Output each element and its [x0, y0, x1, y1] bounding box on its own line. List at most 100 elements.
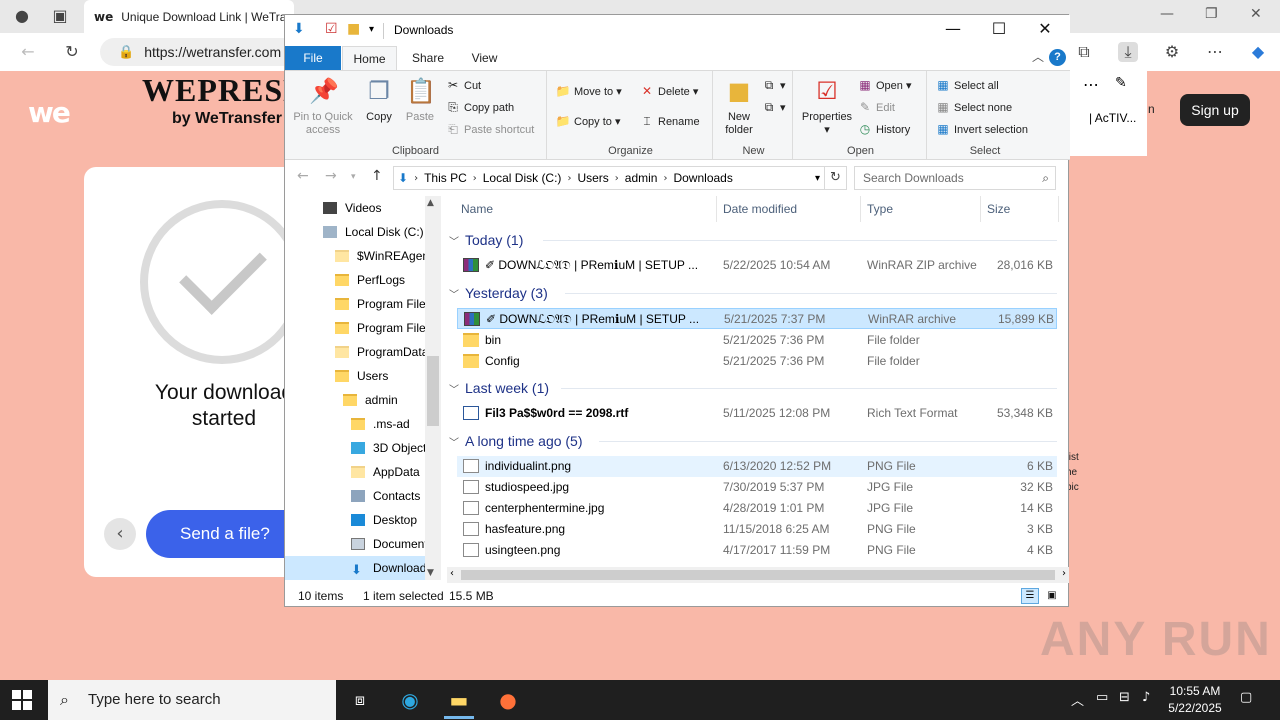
nav-3d-objects[interactable]: 3D Objects: [351, 436, 432, 460]
nav-users[interactable]: Users: [335, 364, 388, 388]
nav-admin[interactable]: admin: [343, 388, 398, 412]
address-bar[interactable]: 🔒 https://wetransfer.com: [100, 38, 300, 66]
new-folder-qat-icon[interactable]: ■: [347, 21, 360, 37]
column-size[interactable]: Size: [981, 196, 1059, 222]
file-row[interactable]: Fil3 Pa$$w0rd == 2098.rtf 5/11/2025 12:0…: [457, 403, 1057, 424]
device-icon[interactable]: ▭: [1096, 690, 1108, 705]
notifications-icon[interactable]: ▢: [1240, 690, 1252, 705]
file-row[interactable]: studiospeed.jpg 7/30/2019 5:37 PM JPG Fi…: [457, 477, 1057, 498]
copy-button[interactable]: ❐ Copy: [361, 75, 397, 124]
volume-icon[interactable]: ♪: [1142, 690, 1150, 705]
hscroll-thumb[interactable]: [461, 570, 1055, 580]
file-row[interactable]: individualint.png 6/13/2020 12:52 PM PNG…: [457, 456, 1057, 477]
nav-programdata[interactable]: ProgramData: [335, 340, 428, 364]
breadcrumb-admin[interactable]: admin: [625, 171, 658, 185]
group-long-time-ago[interactable]: ﹀ A long time ago (5): [449, 430, 583, 452]
maximize-icon[interactable]: ☐: [979, 19, 1019, 43]
scroll-down-icon[interactable]: ▼: [427, 568, 434, 578]
group-last-week[interactable]: ﹀ Last week (1): [449, 377, 549, 399]
paste-button[interactable]: 📋 Paste: [401, 75, 439, 124]
send-file-button[interactable]: Send a file?: [146, 510, 296, 558]
select-none-button[interactable]: ▦ Select none: [935, 97, 1012, 117]
refresh-icon[interactable]: ↻: [825, 166, 847, 190]
nav-documents[interactable]: Documents: [351, 532, 434, 556]
edge-icon[interactable]: ◉: [398, 688, 422, 712]
firefox-icon[interactable]: ●: [496, 688, 520, 712]
breadcrumb-users[interactable]: Users: [577, 171, 608, 185]
start-button[interactable]: [12, 690, 32, 710]
nav-winreagent[interactable]: $WinREAgent: [335, 244, 432, 268]
nav-videos[interactable]: Videos: [323, 196, 381, 220]
nav-downloads[interactable]: ⬇ Downloads: [285, 556, 432, 580]
recent-locations-icon[interactable]: ▾: [351, 172, 356, 182]
breadcrumb-this-pc[interactable]: This PC: [424, 171, 467, 185]
file-row[interactable]: ✐ DOWNℒ𝔒𝔄𝔇 | PRemℹuM | SETUP ... 5/22/20…: [457, 255, 1057, 276]
help-icon[interactable]: ?: [1049, 49, 1066, 66]
sign-up-button[interactable]: Sign up: [1180, 94, 1250, 126]
network-icon[interactable]: ⊟: [1119, 690, 1130, 705]
collections-icon[interactable]: ⧉: [1074, 42, 1094, 62]
tab-home[interactable]: Home: [342, 46, 397, 70]
tab-view[interactable]: View: [457, 46, 512, 70]
carousel-back-button[interactable]: ‹: [104, 518, 136, 550]
details-view-icon[interactable]: ☰: [1021, 588, 1039, 604]
back-icon[interactable]: ←: [18, 42, 38, 62]
browser-tab[interactable]: we Unique Download Link | WeTra: [84, 0, 294, 33]
group-today[interactable]: ﹀ Today (1): [449, 229, 523, 251]
file-list-hscrollbar[interactable]: ‹ ›: [447, 567, 1069, 583]
profile-icon[interactable]: ●: [12, 6, 32, 26]
paste-shortcut-button[interactable]: ⎗ Paste shortcut: [445, 119, 534, 139]
back-arrow-icon[interactable]: ←: [297, 168, 309, 184]
task-view-icon[interactable]: ⧈: [348, 688, 372, 712]
rename-button[interactable]: ⌶ Rename: [639, 111, 699, 131]
downloads-icon[interactable]: ⤓: [1118, 42, 1138, 62]
pin-quick-access-button[interactable]: 📌 Pin to Quick access: [289, 75, 357, 137]
copilot-icon[interactable]: ◆: [1248, 42, 1268, 62]
show-hidden-icons-icon[interactable]: ︿: [1071, 690, 1084, 709]
column-name[interactable]: Name: [455, 196, 717, 222]
system-clock[interactable]: 10:55 AM 5/22/2025: [1162, 683, 1228, 717]
reload-icon[interactable]: ↻: [62, 42, 82, 62]
more-menu-icon[interactable]: ⋯: [1205, 42, 1225, 62]
pin-icon[interactable]: ✎: [1115, 75, 1127, 91]
select-all-button[interactable]: ▦ Select all: [935, 75, 998, 95]
browser-restore-icon[interactable]: ❐: [1205, 6, 1218, 22]
file-row[interactable]: bin 5/21/2025 7:36 PM File folder: [457, 330, 1057, 351]
breadcrumb-local-disk[interactable]: Local Disk (C:): [483, 171, 562, 185]
nav-desktop[interactable]: Desktop: [351, 508, 417, 532]
wetransfer-logo[interactable]: we: [28, 96, 71, 129]
nav-program-files[interactable]: Program Files: [335, 292, 432, 316]
edit-button[interactable]: ✎ Edit: [857, 97, 895, 117]
delete-button[interactable]: ✕ Delete ▾: [639, 81, 698, 101]
tab-share[interactable]: Share: [403, 46, 453, 70]
file-row[interactable]: hasfeature.png 11/15/2018 6:25 AM PNG Fi…: [457, 519, 1057, 540]
forward-arrow-icon[interactable]: →: [325, 168, 337, 184]
address-dropdown-icon[interactable]: ▾: [815, 173, 820, 184]
copy-path-button[interactable]: ⎘ Copy path: [445, 97, 514, 117]
breadcrumb[interactable]: ⬇ › This PC › Local Disk (C:) › Users › …: [393, 166, 825, 190]
extensions-icon[interactable]: ⚙: [1162, 42, 1182, 62]
breadcrumb-downloads[interactable]: Downloads: [673, 171, 732, 185]
large-icons-view-icon[interactable]: ▣: [1043, 588, 1061, 604]
tab-actions-icon[interactable]: ▣: [50, 6, 70, 26]
invert-selection-button[interactable]: ▦ Invert selection: [935, 119, 1028, 139]
column-type[interactable]: Type: [861, 196, 981, 222]
up-arrow-icon[interactable]: ↑: [371, 168, 383, 184]
open-button[interactable]: ▦ Open ▾: [857, 75, 911, 95]
properties-qat-icon[interactable]: ☑: [325, 21, 338, 37]
browser-close-icon[interactable]: ✕: [1250, 6, 1262, 22]
scroll-left-icon[interactable]: ‹: [450, 568, 454, 579]
close-icon[interactable]: ✕: [1025, 19, 1065, 43]
file-row[interactable]: usingteen.png 4/17/2017 11:59 PM PNG Fil…: [457, 540, 1057, 561]
history-button[interactable]: ◷ History: [857, 119, 910, 139]
scroll-right-icon[interactable]: ›: [1062, 568, 1066, 579]
file-row[interactable]: centerphentermine.jpg 4/28/2019 1:01 PM …: [457, 498, 1057, 519]
nav-appdata[interactable]: AppData: [351, 460, 420, 484]
new-item-button[interactable]: ⧉ ▾: [761, 75, 786, 95]
nav-contacts[interactable]: Contacts: [351, 484, 420, 508]
panel-more-icon[interactable]: ⋯: [1083, 75, 1099, 95]
qat-dropdown-icon[interactable]: ▾: [369, 24, 374, 35]
scroll-up-icon[interactable]: ▲: [427, 198, 434, 208]
cut-button[interactable]: ✂ Cut: [445, 75, 481, 95]
move-to-button[interactable]: 📁 Move to ▾: [555, 81, 622, 101]
